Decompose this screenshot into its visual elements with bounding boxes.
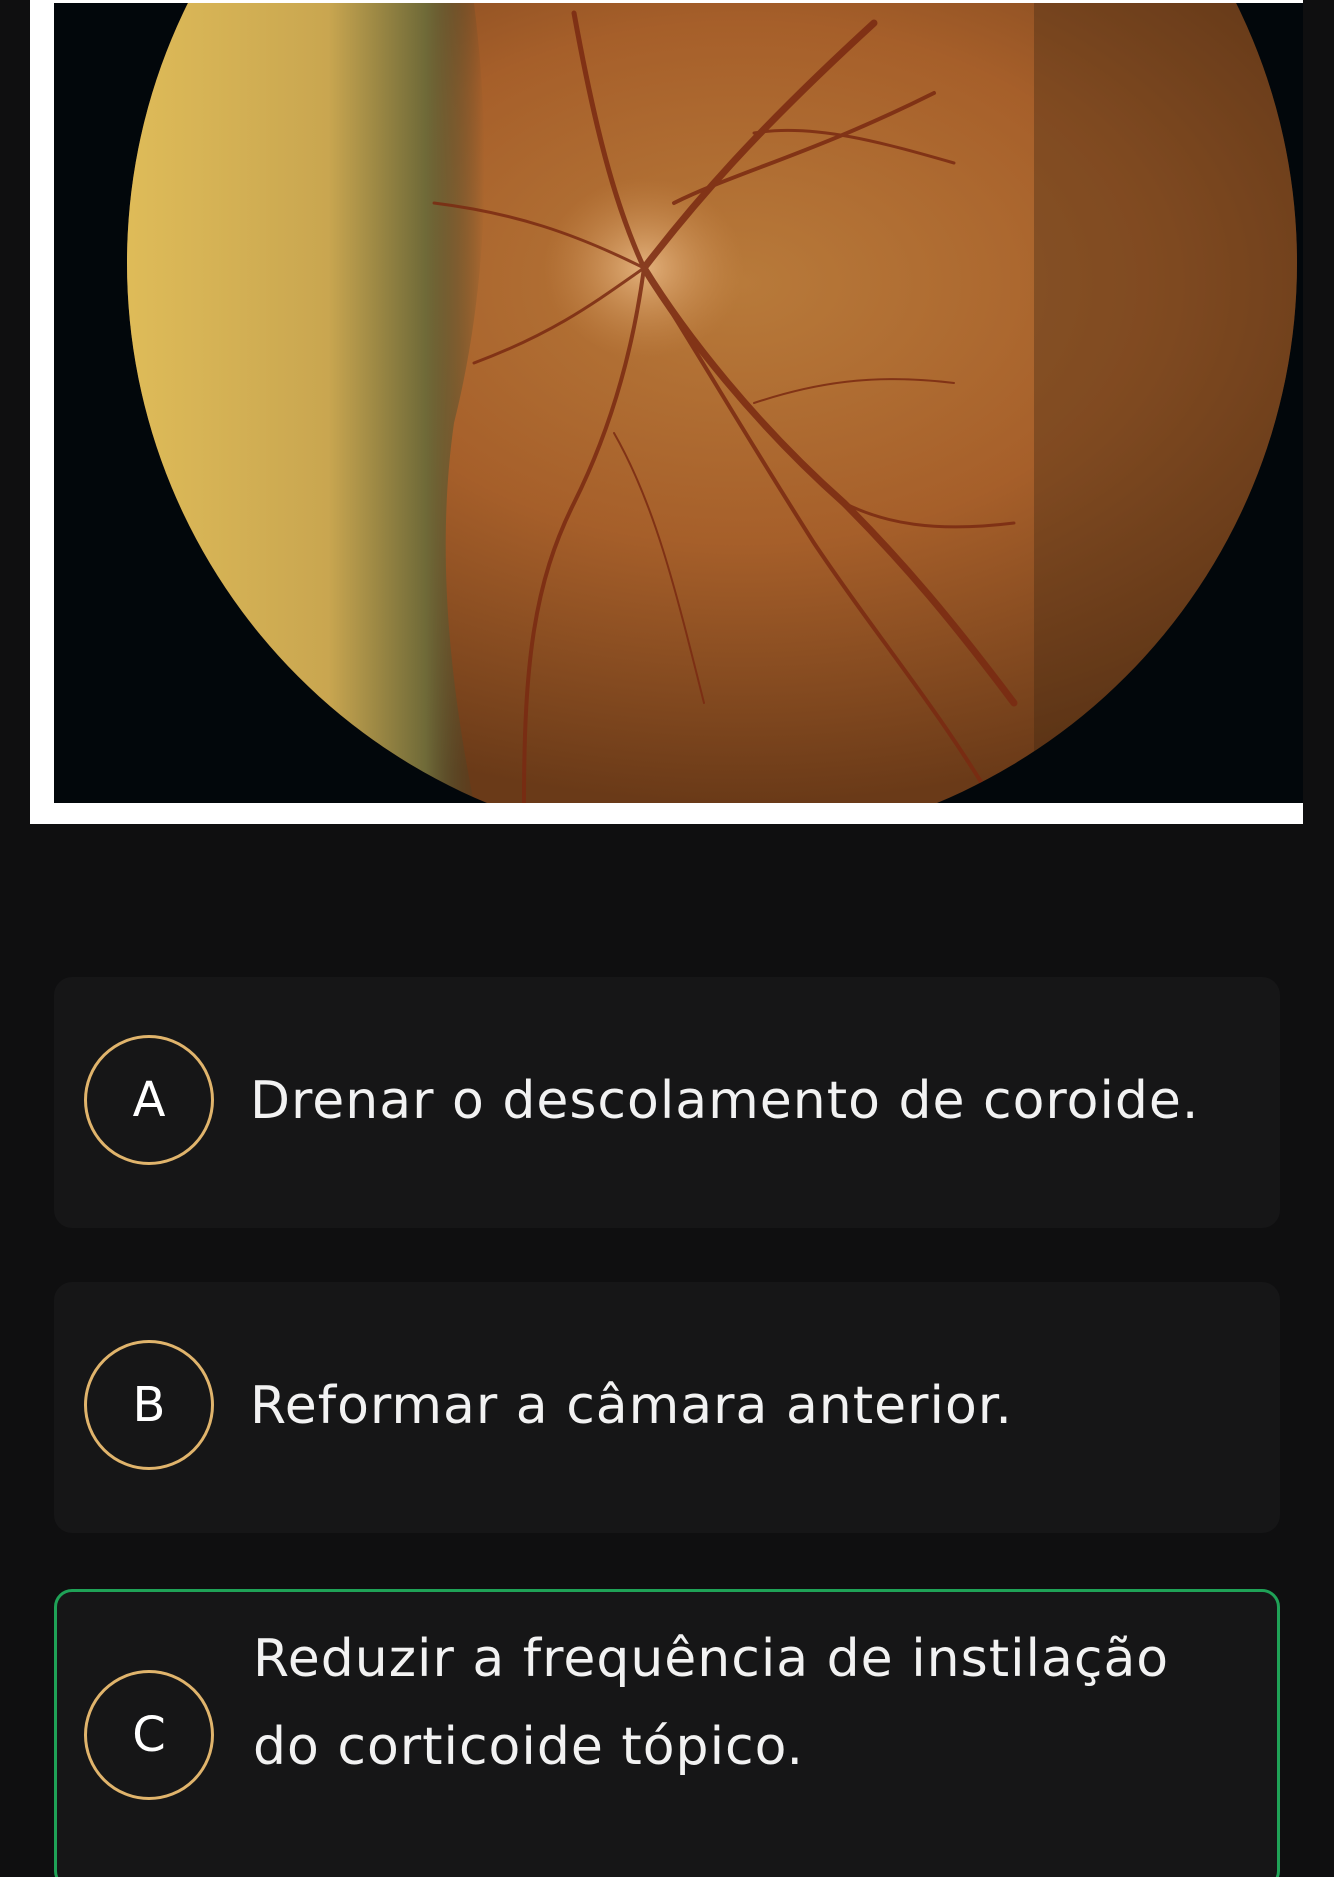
option-text-b: Reformar a câmara anterior.	[250, 1376, 1013, 1436]
option-text-a: Drenar o descolamento de coroide.	[250, 1071, 1200, 1131]
option-c-selected[interactable]: C Reduzir a frequência de instilação do …	[54, 1589, 1280, 1877]
option-b[interactable]: B Reformar a câmara anterior.	[54, 1282, 1280, 1533]
fundus-photograph	[54, 3, 1303, 803]
option-letter-b: B	[84, 1340, 214, 1470]
option-a[interactable]: A Drenar o descolamento de coroide.	[54, 977, 1280, 1228]
question-page: A Drenar o descolamento de coroide. B Re…	[0, 0, 1334, 1877]
option-letter-a: A	[84, 1035, 214, 1165]
fundus-image-frame	[30, 0, 1303, 824]
option-letter-c: C	[84, 1670, 214, 1800]
option-text-c: Reduzir a frequência de instilação do co…	[253, 1629, 1170, 1777]
